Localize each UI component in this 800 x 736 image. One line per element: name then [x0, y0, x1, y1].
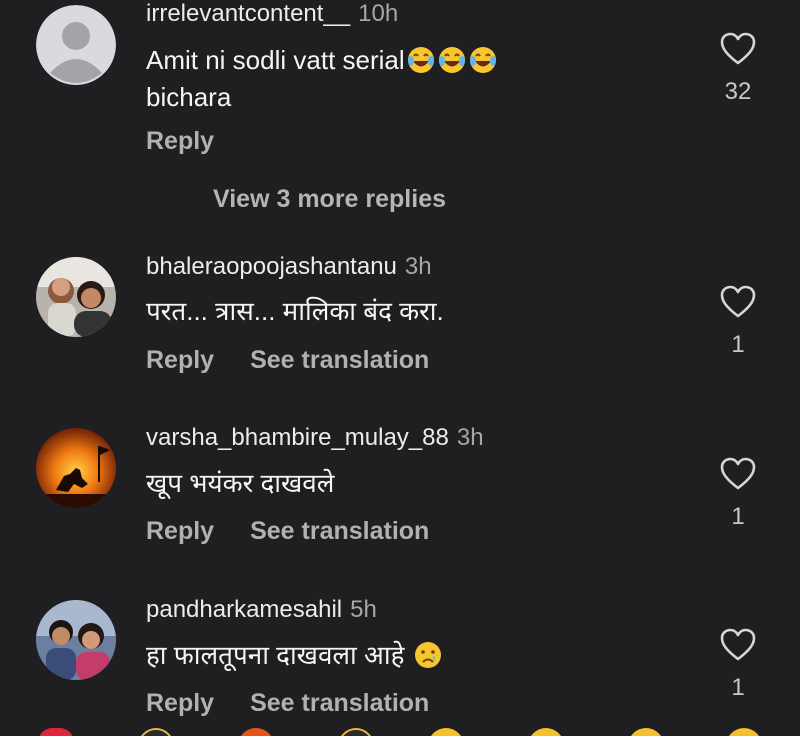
reply-button[interactable]: Reply: [146, 516, 214, 546]
comment-text: हा फालतूपना दाखवला आहे: [146, 637, 606, 674]
crying-face-emoji[interactable]: [428, 728, 464, 736]
like-count: 32: [724, 78, 752, 105]
comment-text: Amit ni sodli vatt serial bichara: [146, 42, 606, 116]
red-heart-emoji[interactable]: [38, 728, 74, 736]
username[interactable]: varsha_bhambire_mulay_88: [146, 424, 449, 451]
reply-button[interactable]: Reply: [146, 688, 214, 718]
default-avatar[interactable]: [36, 5, 116, 85]
heart-outline-icon: [720, 628, 756, 661]
comment-text: परत... त्रास... मालिका बंद करा.: [146, 296, 444, 326]
heart-outline-icon: [720, 457, 756, 490]
heart-eyes-emoji[interactable]: [528, 728, 564, 736]
heart-outline-icon: [720, 285, 756, 318]
comment-header: varsha_bhambire_mulay_88 3h: [146, 424, 484, 452]
comment-time: 3h: [404, 253, 432, 280]
comment-text-main: Amit ni sodli vatt serial: [146, 45, 405, 75]
comment-text: खूप भयंकर दाखवले: [146, 468, 335, 498]
comment-time: 10h: [358, 0, 399, 27]
comment-text-line2: bichara: [146, 82, 232, 112]
username[interactable]: bhaleraopoojashantanu: [146, 253, 397, 280]
see-translation-button[interactable]: See translation: [250, 516, 429, 546]
like-button[interactable]: 1: [714, 628, 762, 702]
like-count: 1: [731, 674, 745, 701]
like-button[interactable]: 1: [714, 457, 762, 531]
comment-actions: Reply: [146, 126, 250, 156]
see-translation-button[interactable]: See translation: [250, 345, 429, 375]
clapping-emoji[interactable]: [338, 728, 374, 736]
surprised-face-emoji[interactable]: [726, 728, 762, 736]
comment-header: bhaleraopoojashantanu 3h: [146, 253, 432, 281]
comment-actions: Reply See translation: [146, 516, 429, 546]
comment-header: pandharkamesahil 5h: [146, 596, 377, 624]
tears-of-joy-emoji: [437, 45, 467, 75]
heart-outline-icon: [720, 32, 756, 65]
laughing-emoji[interactable]: [628, 728, 664, 736]
reply-button[interactable]: Reply: [146, 126, 214, 156]
comment-time: 5h: [350, 596, 377, 623]
like-button[interactable]: 1: [714, 285, 762, 359]
like-button[interactable]: 32: [714, 32, 762, 106]
username[interactable]: pandharkamesahil: [146, 596, 342, 623]
raising-hands-emoji[interactable]: [138, 728, 174, 736]
tears-of-joy-emoji: [468, 45, 498, 75]
username[interactable]: irrelevantcontent__: [146, 0, 350, 27]
view-more-replies-button[interactable]: View 3 more replies: [213, 185, 446, 214]
user-avatar[interactable]: [36, 600, 116, 680]
tears-of-joy-emoji: [406, 45, 436, 75]
user-avatar[interactable]: [36, 257, 116, 337]
default-user-icon: [36, 5, 116, 85]
comment-time: 3h: [456, 424, 484, 451]
user-avatar[interactable]: [36, 428, 116, 508]
like-count: 1: [731, 331, 745, 358]
fire-emoji[interactable]: [238, 728, 274, 736]
comment-actions: Reply See translation: [146, 345, 429, 375]
see-translation-button[interactable]: See translation: [250, 688, 429, 718]
comment-header: irrelevantcontent__ 10h: [146, 0, 398, 28]
emoji-reaction-bar: [0, 718, 800, 736]
comment-actions: Reply See translation: [146, 688, 429, 718]
reply-button[interactable]: Reply: [146, 345, 214, 375]
crying-face-emoji: [413, 640, 443, 670]
comment-text-main: हा फालतूपना दाखवला आहे: [146, 640, 405, 670]
like-count: 1: [731, 503, 745, 530]
